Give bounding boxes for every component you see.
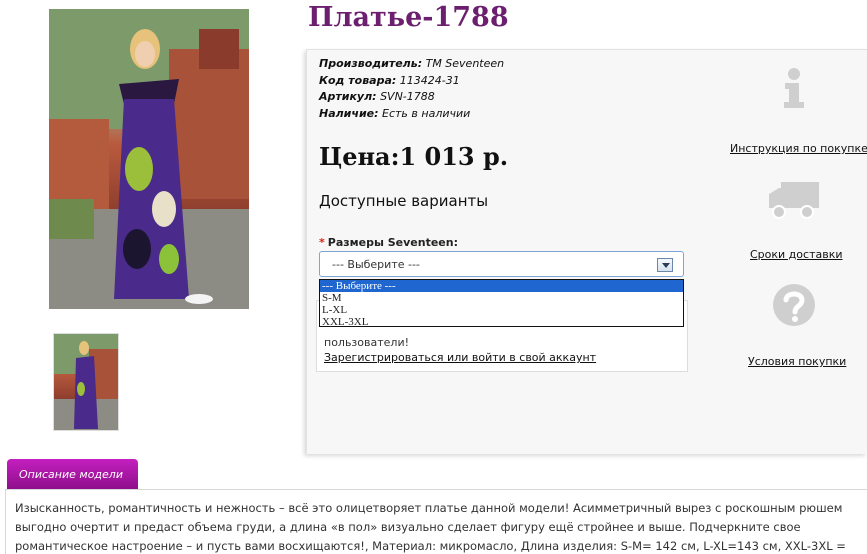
size-select-value: --- Выберите --- xyxy=(332,258,420,271)
register-login-link[interactable]: Зарегистрироваться или войти в свой акка… xyxy=(324,351,596,364)
thumbnail-illustration xyxy=(54,334,118,430)
required-mark: * xyxy=(319,236,325,249)
dropdown-option-xxl-3xl[interactable]: XXL-3XL xyxy=(320,316,683,328)
chevron-down-icon[interactable] xyxy=(657,258,673,272)
availability-value: Есть в наличии xyxy=(382,106,471,120)
delivery-link[interactable]: Сроки доставки xyxy=(750,248,843,261)
question-icon[interactable] xyxy=(771,282,817,328)
product-thumbnail[interactable] xyxy=(53,333,119,431)
delivery-truck-icon[interactable] xyxy=(767,178,821,220)
login-notice-line: пользователи! xyxy=(324,336,410,349)
size-label-text: Размеры Seventeen: xyxy=(327,236,458,249)
product-price: Цена:1 013 р. xyxy=(319,142,509,171)
size-label: * Размеры Seventeen: xyxy=(319,236,458,249)
article-value: SVN-1788 xyxy=(380,90,435,103)
manufacturer-label: Производитель: xyxy=(319,57,423,70)
size-select[interactable]: --- Выберите --- xyxy=(319,251,684,277)
product-title: Платье-1788 xyxy=(308,2,509,33)
description-text: Изысканность, романтичность и нежность –… xyxy=(15,501,846,553)
product-main-photo[interactable] xyxy=(49,9,249,309)
info-icon[interactable] xyxy=(777,66,811,110)
tab-description[interactable]: Описание модели xyxy=(7,459,138,490)
dress-photo-illustration xyxy=(49,9,249,309)
terms-link[interactable]: Условия покупки xyxy=(748,355,846,368)
manufacturer-value: TM Seventeen xyxy=(425,57,505,70)
size-dropdown-list[interactable]: --- Выберите --- S-M L-XL XXL-3XL xyxy=(319,279,684,328)
options-heading: Доступные варианты xyxy=(319,192,489,210)
article-label: Артикул: xyxy=(319,90,377,103)
availability-label: Наличие: xyxy=(319,106,379,120)
dropdown-option-s-m[interactable]: S-M xyxy=(320,292,683,304)
product-code-label: Код товара: xyxy=(319,73,397,87)
instruction-link[interactable]: Инструкция по покупке xyxy=(730,142,867,155)
dropdown-option-l-xl[interactable]: L-XL xyxy=(320,304,683,316)
dropdown-option-placeholder[interactable]: --- Выберите --- xyxy=(320,280,683,292)
product-code-value: 113424-31 xyxy=(399,73,460,87)
product-details: Производитель: TM Seventeen Код товара: … xyxy=(319,56,504,122)
